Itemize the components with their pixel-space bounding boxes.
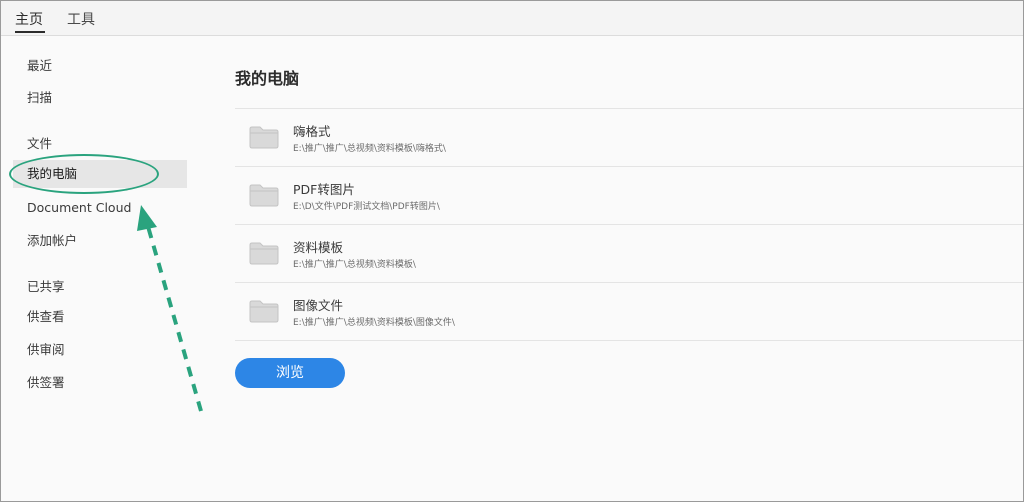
sidebar-item-for-approval[interactable]: 供审阅 — [13, 336, 187, 364]
page-title: 我的电脑 — [235, 69, 300, 88]
folder-row[interactable]: 图像文件 E:\推广\推广\总视频\资料模板\图像文件\ — [235, 283, 1023, 341]
folder-path: E:\D\文件\PDF测试文档\PDF转图片\ — [293, 202, 440, 212]
sidebar-heading-shared: 已共享 — [27, 279, 65, 294]
main-content: 我的电脑 嗨格式 E:\推广\推广\总视频\资料模板\嗨格式\ PDF转图片 E… — [201, 36, 1023, 501]
folder-row[interactable]: PDF转图片 E:\D\文件\PDF测试文档\PDF转图片\ — [235, 167, 1023, 225]
sidebar-item-for-review[interactable]: 供查看 — [13, 303, 187, 331]
app-window: 主页 工具 最近 扫描 文件 我的电脑 Document Cloud 添加帐户 … — [0, 0, 1024, 502]
folder-icon — [249, 300, 279, 323]
top-tab-bar: 主页 工具 — [1, 1, 1023, 36]
folder-icon — [249, 126, 279, 149]
folder-row[interactable]: 嗨格式 E:\推广\推广\总视频\资料模板\嗨格式\ — [235, 109, 1023, 167]
folder-icon — [249, 242, 279, 265]
sidebar-item-my-computer[interactable]: 我的电脑 — [13, 160, 187, 188]
sidebar-heading-files: 文件 — [27, 136, 53, 151]
folder-name: 嗨格式 — [293, 124, 331, 139]
tab-home[interactable]: 主页 — [15, 9, 43, 29]
folder-icon — [249, 184, 279, 207]
folder-list: 嗨格式 E:\推广\推广\总视频\资料模板\嗨格式\ PDF转图片 E:\D\文… — [235, 108, 1023, 341]
folder-name: PDF转图片 — [293, 182, 355, 197]
sidebar-item-scan[interactable]: 扫描 — [13, 84, 187, 112]
folder-name: 资料模板 — [293, 240, 344, 255]
folder-path: E:\推广\推广\总视频\资料模板\嗨格式\ — [293, 144, 446, 154]
folder-name: 图像文件 — [293, 298, 344, 313]
tab-tools[interactable]: 工具 — [67, 9, 95, 29]
active-tab-indicator — [15, 31, 45, 33]
sidebar: 最近 扫描 文件 我的电脑 Document Cloud 添加帐户 已共享 供查… — [1, 36, 201, 501]
sidebar-item-add-account[interactable]: 添加帐户 — [13, 227, 187, 255]
folder-path: E:\推广\推广\总视频\资料模板\图像文件\ — [293, 318, 455, 328]
folder-path: E:\推广\推广\总视频\资料模板\ — [293, 260, 416, 270]
sidebar-item-document-cloud[interactable]: Document Cloud — [13, 194, 187, 222]
folder-row[interactable]: 资料模板 E:\推广\推广\总视频\资料模板\ — [235, 225, 1023, 283]
sidebar-item-for-signature[interactable]: 供签署 — [13, 369, 187, 397]
browse-button[interactable]: 浏览 — [235, 358, 345, 388]
sidebar-item-recent[interactable]: 最近 — [13, 52, 187, 80]
